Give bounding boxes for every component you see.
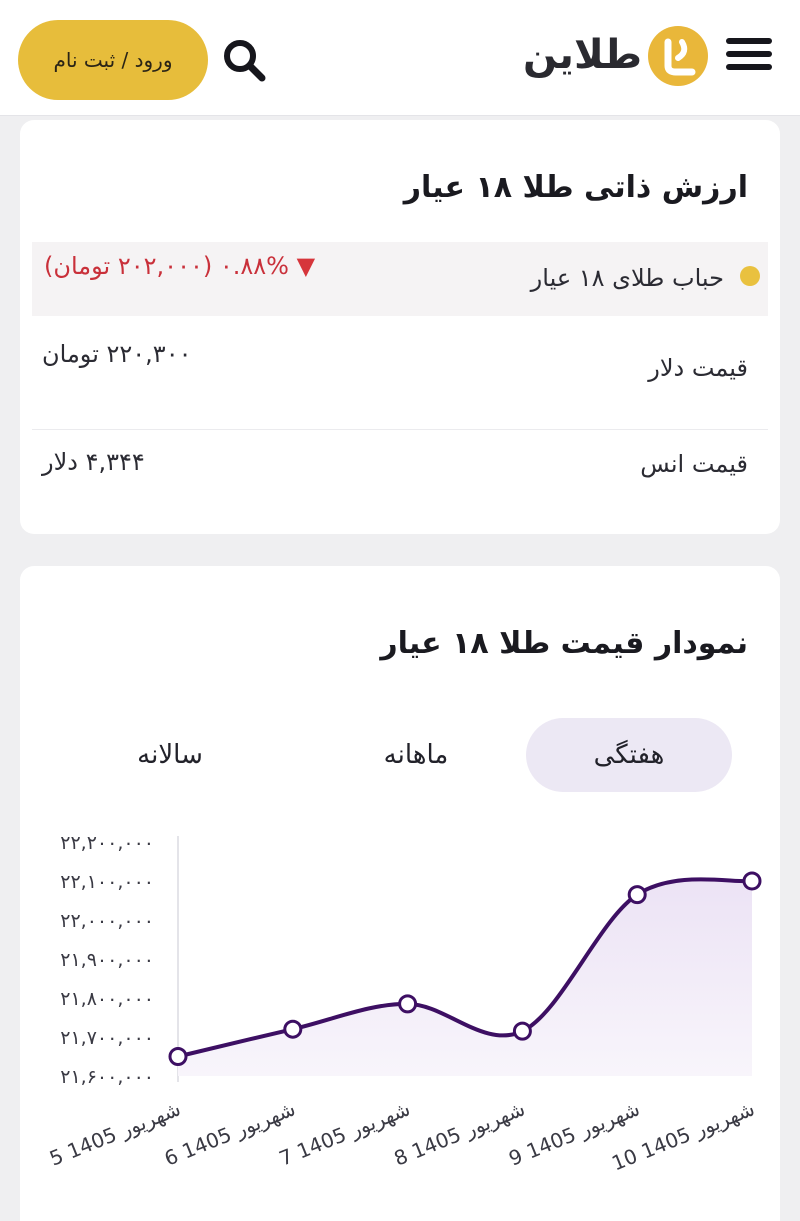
bubble-label: حباب طلای ۱۸ عیار: [530, 264, 724, 292]
dollar-value: ۲۲۰,۳۰۰ تومان: [42, 340, 192, 368]
ounce-value: ۴,۳۴۴ دلار: [42, 448, 145, 476]
site-logo[interactable]: طلاین: [512, 22, 712, 88]
price-chart: ۲۱,۶۰۰,۰۰۰ ۲۱,۷۰۰,۰۰۰ ۲۱,۸۰۰,۰۰۰ ۲۱,۹۰۰,۰۰۰…: [46, 832, 762, 1175]
y-tick-label: ۲۱,۶۰۰,۰۰۰: [60, 1066, 154, 1088]
login-register-button[interactable]: ورود / ثبت نام: [18, 20, 208, 100]
data-point: [512, 1021, 532, 1041]
bubble-row: حباب طلای ۱۸ عیار ▼ ۰.۸۸% (۲۰۲,۰۰۰ تومان…: [32, 242, 768, 316]
intrinsic-value-card: ارزش ذاتی طلا ۱۸ عیار حباب طلای ۱۸ عیار …: [20, 120, 780, 534]
top-header: طلاین ورود / ثبت نام: [0, 0, 800, 116]
x-tick-label: 5 شهریور 1405: [46, 1096, 184, 1170]
x-tick-label: 6 شهریور 1405: [161, 1096, 299, 1170]
hamburger-menu-icon[interactable]: [726, 38, 776, 76]
x-tick-label: 8 شهریور 1405: [390, 1096, 528, 1170]
y-tick-label: ۲۲,۰۰۰,۰۰۰: [60, 910, 154, 932]
ounce-row: قیمت انس ۴,۳۴۴ دلار: [32, 430, 768, 520]
dollar-label: قیمت دلار: [648, 354, 748, 382]
down-arrow-icon: ▼: [296, 252, 316, 280]
bubble-value: ▼ ۰.۸۸% (۲۰۲,۰۰۰ تومان): [44, 252, 315, 280]
ounce-label: قیمت انس: [640, 450, 748, 478]
y-tick-label: ۲۱,۹۰۰,۰۰۰: [60, 949, 154, 971]
bubble-dot-icon: [740, 266, 760, 286]
data-point: [168, 1047, 188, 1066]
data-point: [283, 1019, 303, 1039]
logo-mark-icon: [648, 26, 708, 86]
y-tick-label: ۲۱,۸۰۰,۰۰۰: [60, 988, 154, 1010]
area-fill: [178, 879, 752, 1076]
logo-text: طلاین: [522, 32, 642, 78]
x-tick-label: 7 شهریور 1405: [276, 1096, 414, 1170]
y-tick-label: ۲۲,۲۰۰,۰۰۰: [60, 832, 154, 854]
intrinsic-value-title: ارزش ذاتی طلا ۱۸ عیار: [403, 170, 748, 205]
price-chart-card: نمودار قیمت طلا ۱۸ عیار هفتگی ماهانه سال…: [20, 566, 780, 1221]
y-tick-label: ۲۲,۱۰۰,۰۰۰: [60, 871, 154, 893]
y-tick-label: ۲۱,۷۰۰,۰۰۰: [60, 1027, 154, 1049]
bubble-value-text: ۰.۸۸% (۲۰۲,۰۰۰ تومان): [44, 252, 289, 280]
data-point: [742, 871, 762, 891]
search-icon[interactable]: [220, 36, 268, 84]
data-point: [398, 994, 418, 1014]
dollar-row: قیمت دلار ۲۲۰,۳۰۰ تومان: [32, 316, 768, 430]
data-point: [627, 885, 647, 905]
